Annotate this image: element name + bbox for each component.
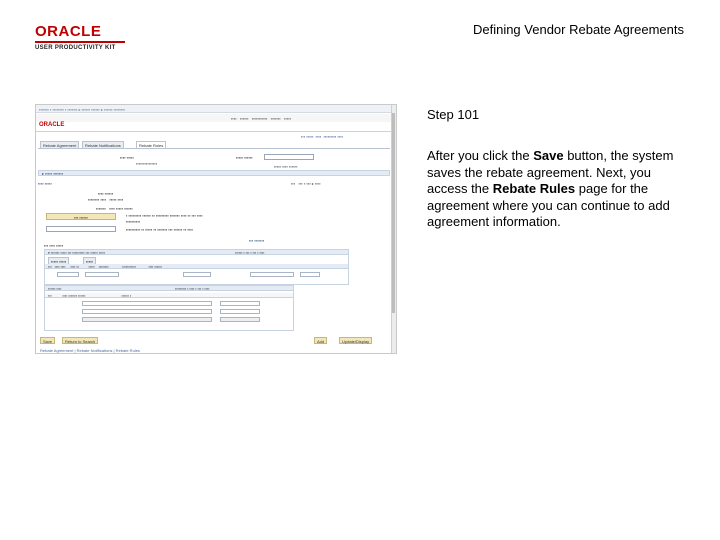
footer-links[interactable]: Rebate Agreement | Rebate Notifications … <box>40 348 140 353</box>
top-links: ▪▪▪▪ ▪▪▪▪▪▪ ▪▪▪▪▪▪▪▪▪▪▪ ▪▪▪▪▪▪▪ ▪▪▪▪▪ <box>36 114 393 122</box>
tab-rebate-agreement[interactable]: Rebate Agreement <box>40 141 80 148</box>
grid-cell[interactable] <box>300 272 320 277</box>
tier-cell[interactable] <box>82 301 212 306</box>
grid-cell[interactable] <box>85 272 119 277</box>
scrollbar[interactable] <box>391 105 396 353</box>
tab-rebate-notifications[interactable]: Rebate Notifications <box>82 141 124 148</box>
tier-cell[interactable] <box>82 309 212 314</box>
growth-bonus-grid: ▾ ▪▪▪▪▪▪▪ ▪▪▪▪▪ ▪▪▪ ▪▪▪▪▪▪▪▪▪▪ ▪▪▪ ▪▪▪▪▪… <box>44 249 349 285</box>
step-description: After you click the Save button, the sys… <box>427 148 674 229</box>
grid-cell[interactable] <box>250 272 294 277</box>
status-select[interactable] <box>264 154 314 160</box>
slide-title: Defining Vendor Rebate Agreements <box>472 22 684 37</box>
add-button[interactable]: Add <box>314 337 328 344</box>
rebate-rules-emphasis: Rebate Rules <box>492 181 576 196</box>
update-display-button[interactable]: Update/Display <box>339 337 373 344</box>
tier-cell[interactable] <box>82 317 212 322</box>
mini-oracle-logo: ORACLE <box>39 122 65 128</box>
return-to-search-button[interactable]: Return to Search <box>62 337 99 344</box>
tier-cell[interactable] <box>220 309 260 314</box>
application-screenshot: ▪▪▪▪▪▪▪ ▪ ▪▪▪▪▪▪▪▪ ▪ ▪▪▪▪▪▪▪ ▸ ▪▪▪▪▪▪ ▪▪… <box>35 104 397 354</box>
rule-button[interactable]: ▪▪▪ ▪▪▪▪▪▪ <box>46 213 116 220</box>
rule-field[interactable] <box>46 226 116 232</box>
tier-cell[interactable] <box>220 301 260 306</box>
step-title: Step 101 <box>427 107 480 122</box>
breadcrumb-bar: ▪▪▪▪▪▪▪ ▪ ▪▪▪▪▪▪▪▪ ▪ ▪▪▪▪▪▪▪ ▸ ▪▪▪▪▪▪ ▪▪… <box>36 105 393 113</box>
tab-growth-rules[interactable]: ▪▪▪▪▪ ▪▪▪▪▪ <box>48 257 70 264</box>
save-emphasis: Save <box>533 148 564 163</box>
oracle-logo-text: ORACLE <box>35 23 102 40</box>
tier-cell[interactable] <box>220 317 260 322</box>
tab-details[interactable]: ▪▪▪▪▪ <box>83 257 97 264</box>
upk-logo-text: USER PRODUCTIVITY KIT <box>35 41 125 51</box>
breadcrumb-item: ▪▪▪▪▪▪▪ ▪ ▪▪▪▪▪▪▪▪ ▪ ▪▪▪▪▪▪▪ ▸ ▪▪▪▪▪▪ ▪▪… <box>39 107 126 112</box>
save-button[interactable]: Save <box>40 337 56 344</box>
grid-cell[interactable] <box>183 272 211 277</box>
rebate-summary-bar[interactable] <box>38 170 390 176</box>
tab-rebate-rules[interactable]: Rebate Rules <box>136 141 167 148</box>
oracle-upk-logo: ORACLE USER PRODUCTIVITY KIT <box>35 24 125 51</box>
rebate-tier-grid: ▪▪▪▪▪▪ ▪▪▪▪ ▪▪▪▪▪▪▪▪▪ ▪ ▪▪▪▪ ▪ ▪▪▪ ▪ ▪▪▪… <box>44 285 294 331</box>
grid-cell[interactable] <box>57 272 79 277</box>
